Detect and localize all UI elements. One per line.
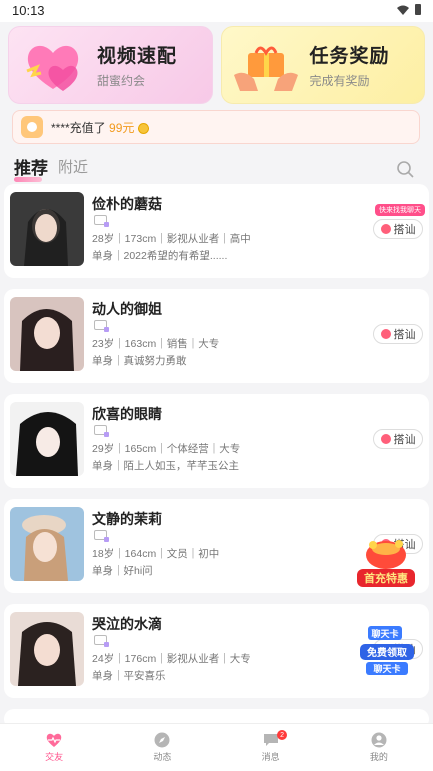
greet-icon bbox=[380, 224, 391, 234]
ticker-user: ****充值了 bbox=[51, 120, 106, 135]
verified-icon bbox=[94, 215, 109, 227]
greet-icon bbox=[380, 329, 391, 339]
verified-icon bbox=[94, 425, 109, 437]
coin-icon bbox=[137, 122, 149, 134]
nav-label: 消息 bbox=[261, 752, 280, 762]
chat-invite-tag: 快来找我聊天 bbox=[375, 204, 425, 216]
profile-status: 单身｜好hi问 bbox=[92, 565, 153, 577]
video-match-banner[interactable]: 视频速配 甜蜜约会 bbox=[8, 26, 213, 104]
compass-icon bbox=[154, 732, 170, 748]
profile-card[interactable]: 俭朴的蘑菇 28岁｜173cm｜影视从业者｜高中 单身｜2022希望的有希望..… bbox=[4, 184, 429, 278]
verified-icon bbox=[94, 530, 109, 542]
nav-item-moments[interactable]: 动态 bbox=[108, 724, 216, 771]
verified-icon bbox=[94, 635, 109, 647]
profile-status: 单身｜真诚努力勇敢 bbox=[92, 355, 187, 367]
profile-name: 哭泣的水滴 bbox=[92, 616, 162, 632]
nav-label: 我的 bbox=[369, 752, 388, 762]
greet-button[interactable]: 搭讪 bbox=[373, 219, 423, 239]
nav-item-profile[interactable]: 我的 bbox=[325, 724, 433, 771]
greet-button[interactable]: 搭讪 bbox=[373, 429, 423, 449]
tab-recommend[interactable]: 推荐 bbox=[14, 154, 48, 182]
recharge-ticker: ****充值了 99元 bbox=[12, 110, 420, 144]
verified-icon bbox=[94, 320, 109, 332]
greet-label: 搭讪 bbox=[393, 224, 416, 236]
profile-name: 动人的御姐 bbox=[92, 301, 162, 317]
promo-label: 聊天卡 bbox=[373, 663, 400, 675]
profile-basics: 23岁｜163cm｜销售｜大专 bbox=[92, 338, 220, 350]
nav-item-messages[interactable]: 2 消息 bbox=[217, 724, 325, 771]
tab-bar: 推荐 附近 bbox=[14, 152, 424, 182]
profile-photo[interactable] bbox=[10, 612, 84, 686]
status-icons bbox=[397, 4, 421, 15]
promo-label: 首充特惠 bbox=[364, 571, 408, 585]
task-reward-banner[interactable]: 任务奖励 完成有奖励 bbox=[220, 26, 425, 104]
greet-label: 搭讪 bbox=[393, 434, 416, 446]
wifi-icon bbox=[397, 5, 409, 15]
user-icon bbox=[371, 732, 387, 748]
nav-label: 动态 bbox=[153, 752, 172, 762]
greet-label: 搭讪 bbox=[393, 329, 416, 341]
profile-photo[interactable] bbox=[10, 297, 84, 371]
promo-label: 免费领取 bbox=[367, 646, 408, 659]
greet-icon bbox=[380, 434, 391, 444]
status-bar: 10:13 bbox=[0, 0, 433, 22]
greet-button[interactable]: 搭讪 bbox=[373, 324, 423, 344]
chat-card-promo[interactable]: 聊天卡 免费领取 聊天卡 bbox=[360, 624, 414, 676]
status-time: 10:13 bbox=[12, 3, 45, 18]
profile-name: 欣喜的眼睛 bbox=[92, 406, 162, 422]
ticker-amount: 99元 bbox=[109, 120, 135, 135]
heart-icon bbox=[26, 45, 79, 91]
profile-card[interactable]: 欣喜的眼睛 29岁｜165cm｜个体经营｜大专 单身｜陌上人如玉，芊芊玉公主 搭… bbox=[4, 394, 429, 488]
profile-name: 文静的茉莉 bbox=[92, 511, 162, 527]
banner-row: 视频速配 甜蜜约会 任务奖励 完成有奖励 bbox=[8, 26, 425, 104]
banner-title: 任务奖励 bbox=[309, 46, 390, 67]
profile-photo[interactable] bbox=[10, 192, 84, 266]
profile-photo[interactable] bbox=[10, 402, 84, 476]
profile-status: 单身｜2022希望的有希望...... bbox=[92, 250, 228, 262]
unread-badge: 2 bbox=[277, 730, 288, 740]
banner-subtitle: 甜蜜约会 bbox=[97, 74, 146, 88]
bottom-nav: 交友 动态 2 消息 我的 bbox=[0, 723, 433, 771]
profile-status: 单身｜平安喜乐 bbox=[92, 670, 166, 682]
profile-basics: 29岁｜165cm｜个体经营｜大专 bbox=[92, 443, 241, 455]
profile-status: 单身｜陌上人如玉，芊芊玉公主 bbox=[92, 460, 239, 472]
avatar bbox=[21, 116, 43, 138]
nav-label: 交友 bbox=[45, 752, 64, 762]
promo-label: 聊天卡 bbox=[371, 628, 398, 640]
gift-icon bbox=[233, 46, 298, 91]
battery-icon bbox=[415, 4, 421, 15]
profile-basics: 18岁｜164cm｜文员｜初中 bbox=[92, 548, 220, 560]
nav-item-friends[interactable]: 交友 bbox=[0, 724, 108, 771]
profile-basics: 24岁｜176cm｜影视从业者｜大专 bbox=[92, 653, 251, 665]
profile-card[interactable]: 动人的御姐 23岁｜163cm｜销售｜大专 单身｜真诚努力勇敢 搭讪 bbox=[4, 289, 429, 383]
banner-subtitle: 完成有奖励 bbox=[309, 74, 370, 88]
profile-basics: 28岁｜173cm｜影视从业者｜高中 bbox=[92, 233, 251, 245]
tab-nearby[interactable]: 附近 bbox=[58, 156, 88, 177]
profile-name: 俭朴的蘑菇 bbox=[92, 196, 162, 212]
search-icon[interactable] bbox=[396, 160, 414, 178]
first-charge-promo[interactable]: 首充特惠 bbox=[355, 535, 417, 591]
heart-pulse-icon bbox=[46, 733, 62, 747]
banner-title: 视频速配 bbox=[97, 46, 178, 67]
profile-photo[interactable] bbox=[10, 507, 84, 581]
